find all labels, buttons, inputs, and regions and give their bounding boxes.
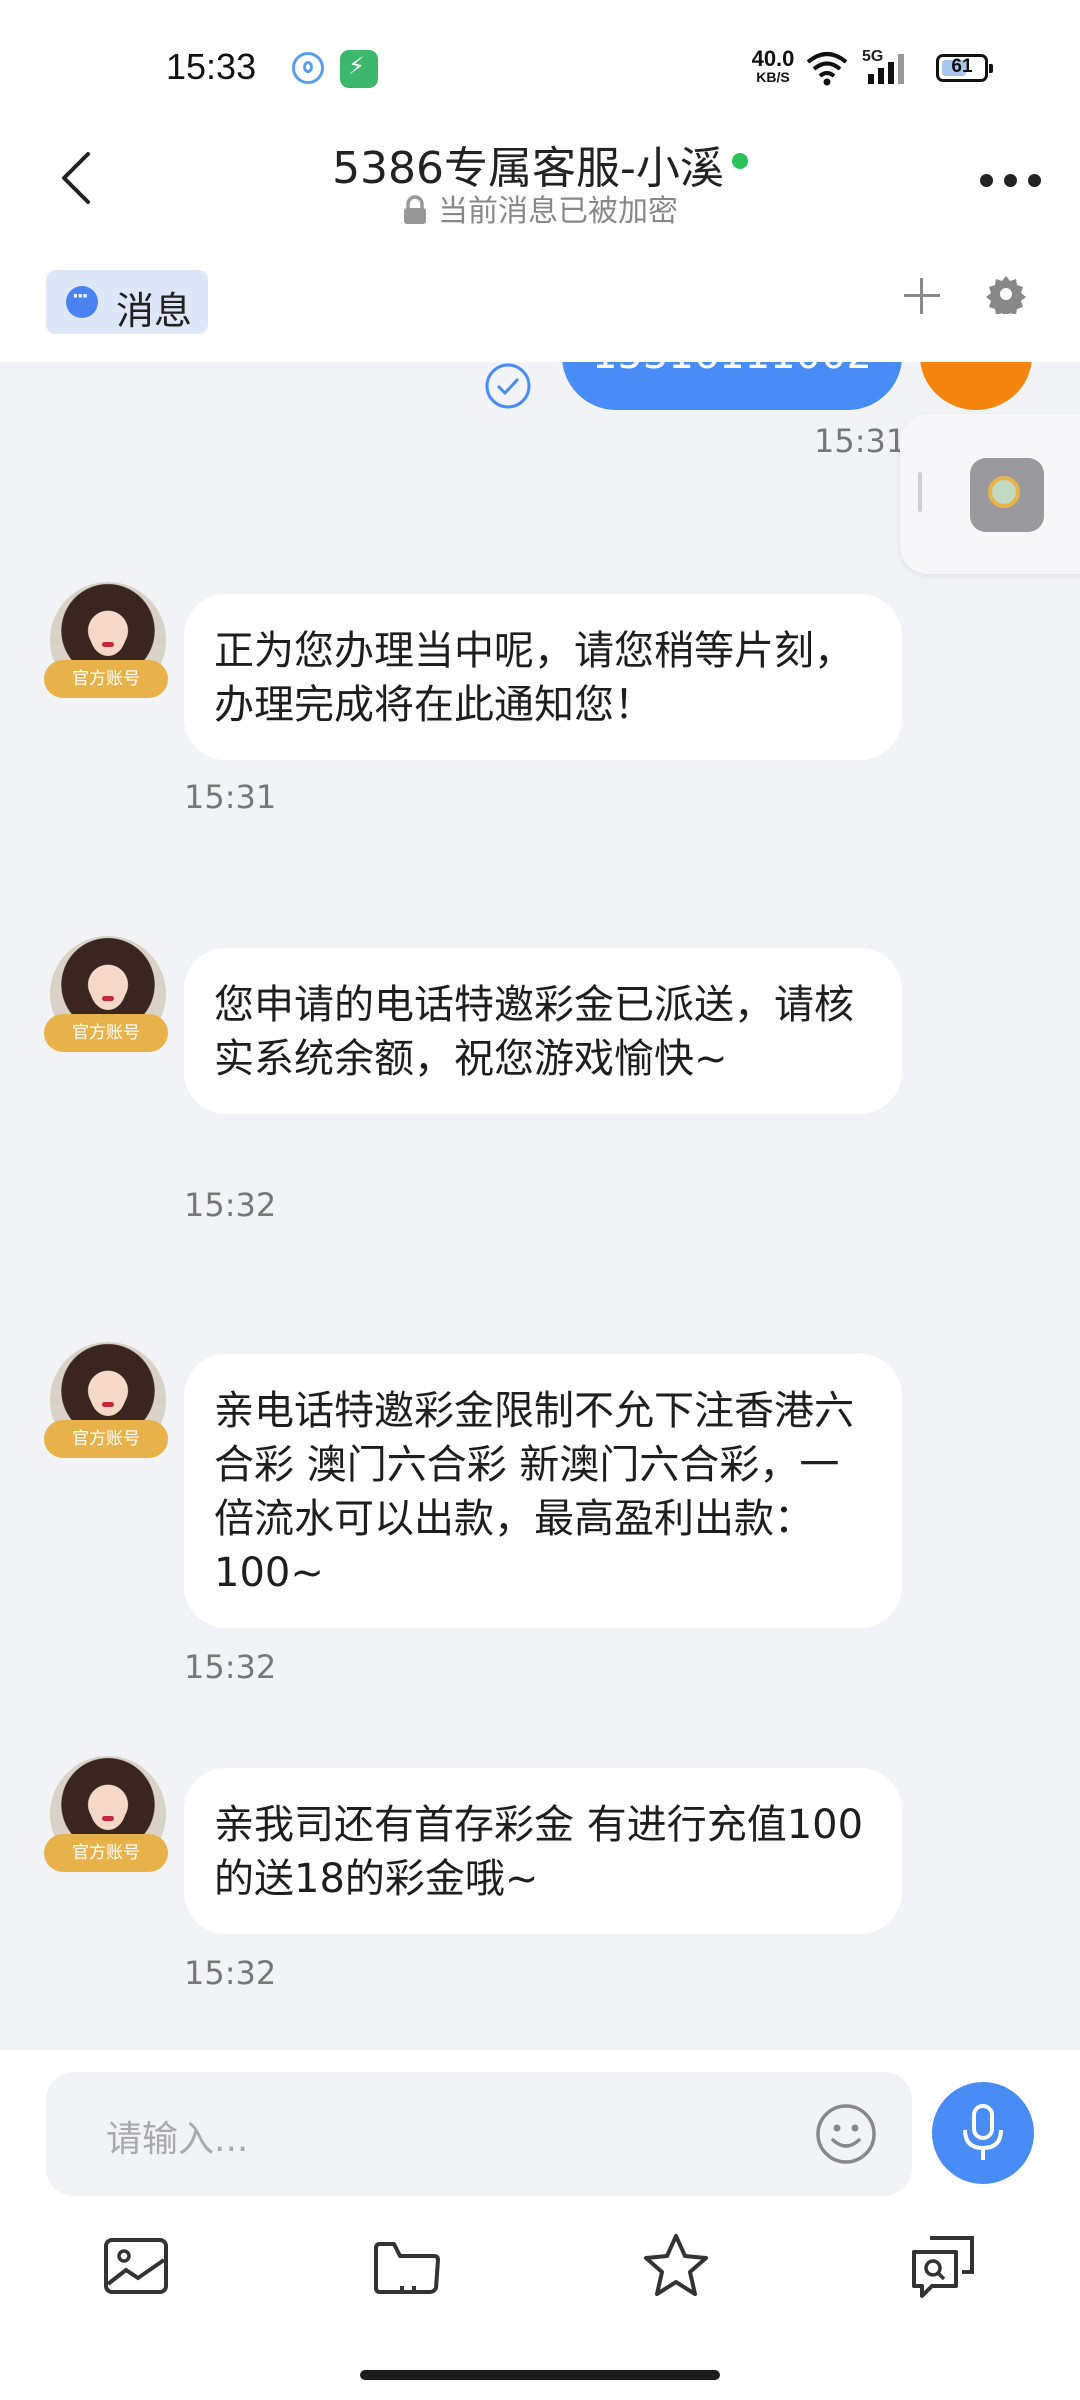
official-account-badge: 官方账号 xyxy=(44,1014,168,1052)
voice-input-button[interactable] xyxy=(932,2082,1034,2184)
chat-bubble-icon xyxy=(66,286,98,318)
emoji-icon[interactable] xyxy=(814,2102,878,2166)
sent-message-time: 15:31 xyxy=(814,422,907,460)
battery-level: 61 xyxy=(951,56,973,77)
chat-messages[interactable]: 15316111002 15:31 官方账号 正为您办理当中呢，请您稍等片刻，办… xyxy=(0,362,1080,2050)
chat-header: 5386专属客服-小溪 当前消息已被加密 xyxy=(0,130,1080,250)
wifi-icon xyxy=(806,52,848,86)
tab-messages[interactable]: 消息 xyxy=(46,270,208,334)
net-speed-unit: KB/S xyxy=(756,69,790,85)
lock-icon xyxy=(404,195,426,224)
home-indicator[interactable] xyxy=(360,2370,720,2380)
compass-icon[interactable] xyxy=(970,458,1044,532)
microphone-icon xyxy=(963,2104,1003,2160)
gear-icon[interactable] xyxy=(986,274,1026,314)
encryption-notice: 当前消息已被加密 xyxy=(0,186,1080,230)
drag-handle[interactable] xyxy=(918,472,922,512)
battery-saver-app-icon xyxy=(340,50,378,88)
message-bubble[interactable]: 亲我司还有首存彩金 有进行充值100的送18的彩金哦~ xyxy=(184,1768,902,1934)
message-bubble[interactable]: 亲电话特邀彩金限制不允下注香港六合彩 澳门六合彩 新澳门六合彩，一倍流水可以出款… xyxy=(184,1354,902,1628)
message-input[interactable]: 请输入... xyxy=(46,2072,912,2196)
net-speed: 40.0 KB/S xyxy=(746,46,800,85)
message-time: 15:32 xyxy=(184,1648,277,1686)
sent-message-bubble[interactable]: 15316111002 xyxy=(562,362,902,410)
status-time: 15:33 xyxy=(166,46,257,87)
message-time: 15:31 xyxy=(184,778,277,816)
message-bubble[interactable]: 正为您办理当中呢，请您稍等片刻，办理完成将在此通知您！ xyxy=(184,594,902,760)
message-time: 15:32 xyxy=(184,1954,277,1992)
official-account-badge: 官方账号 xyxy=(44,660,168,698)
star-icon[interactable] xyxy=(640,2230,712,2302)
more-options-button[interactable] xyxy=(976,166,1046,196)
attachment-tools xyxy=(0,2230,1080,2310)
battery-icon: 61 xyxy=(936,54,993,82)
add-button[interactable] xyxy=(904,278,940,314)
chat-toolbar: 消息 xyxy=(0,250,1080,362)
official-account-badge: 官方账号 xyxy=(44,1420,168,1458)
location-app-icon xyxy=(292,52,324,84)
image-icon[interactable] xyxy=(100,2230,172,2302)
network-type: 5G xyxy=(862,48,884,65)
status-bar: 15:33 40.0 KB/S 5G 61 xyxy=(0,0,1080,130)
message-time: 15:32 xyxy=(184,1186,277,1224)
message-input-placeholder: 请输入... xyxy=(106,2119,249,2160)
folder-icon[interactable] xyxy=(370,2230,442,2302)
message-bubble[interactable]: 您申请的电话特邀彩金已派送，请核实系统余额，祝您游戏愉快~ xyxy=(184,948,902,1114)
floating-widget[interactable] xyxy=(900,414,1080,574)
official-account-badge: 官方账号 xyxy=(44,1834,168,1872)
search-chat-icon[interactable] xyxy=(908,2230,980,2302)
sent-message-text: 15316111002 xyxy=(592,362,872,378)
encryption-text: 当前消息已被加密 xyxy=(438,194,678,229)
input-bar: 请输入... xyxy=(0,2050,1080,2400)
cell-signal-icon: 5G xyxy=(862,48,912,88)
net-speed-value: 40.0 xyxy=(751,46,795,71)
online-status-dot xyxy=(731,153,748,169)
tab-messages-label: 消息 xyxy=(116,289,193,333)
read-check-icon xyxy=(485,363,531,409)
my-avatar[interactable] xyxy=(920,362,1032,410)
